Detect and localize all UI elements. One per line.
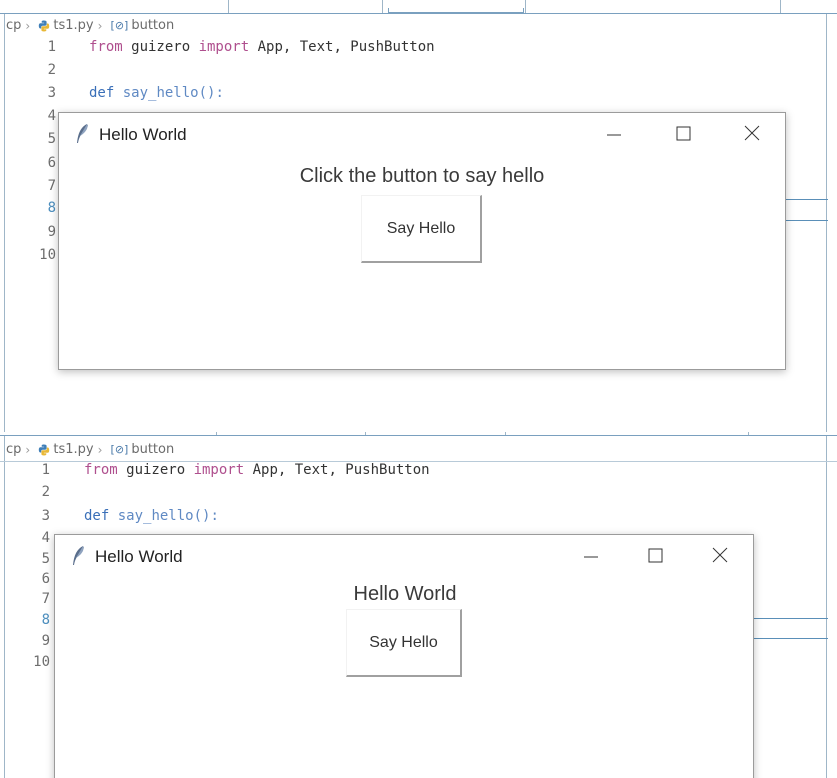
editor-panel-2: cp › ts1.py › [⊘] button 1 2 3 4 5 6 7 8 9 … <box>0 432 837 778</box>
python-file-icon <box>39 444 50 456</box>
chevron-right-icon: › <box>25 19 31 33</box>
keyword-def: def <box>84 508 110 524</box>
code-function-name: say_hello(): <box>114 85 224 101</box>
breadcrumb-symbol[interactable]: button <box>131 442 174 457</box>
breadcrumb-root[interactable]: cp <box>6 442 21 457</box>
line-number: 10 <box>33 654 50 670</box>
code-line-3[interactable]: def say_hello(): <box>89 85 224 106</box>
app-window[interactable]: Hello World Click the button to say hell… <box>58 112 786 370</box>
message-text: Click the button to say hello <box>299 165 545 187</box>
code-imports: App, Text, PushButton <box>249 39 435 55</box>
symbol-variable-icon: [⊘] <box>110 19 129 32</box>
say-hello-button[interactable]: Say Hello <box>361 195 482 263</box>
code-module: guizero <box>122 39 199 55</box>
tk-feather-icon <box>77 124 88 143</box>
close-icon[interactable] <box>737 121 767 147</box>
minimize-icon[interactable] <box>576 543 606 569</box>
line-number: 4 <box>41 530 50 546</box>
breadcrumb-symbol[interactable]: button <box>131 18 174 33</box>
breadcrumb-file[interactable]: ts1.py <box>53 442 93 457</box>
line-number: 10 <box>39 247 56 263</box>
maximize-icon[interactable] <box>669 121 699 147</box>
chevron-right-icon: › <box>97 19 103 33</box>
window-title: Hello World <box>99 125 187 144</box>
keyword-from: from <box>84 462 118 478</box>
breadcrumb[interactable]: cp › ts1.py › [⊘] button <box>6 438 837 462</box>
keyword-from: from <box>89 39 123 55</box>
code-line-1[interactable]: from guizero import App, Text, PushButto… <box>89 39 435 60</box>
close-icon[interactable] <box>705 543 735 569</box>
line-number-active: 8 <box>47 200 56 216</box>
symbol-variable-icon: [⊘] <box>110 443 129 456</box>
code-imports: App, Text, PushButton <box>244 462 430 478</box>
keyword-def: def <box>89 85 115 101</box>
line-number: 2 <box>41 484 50 500</box>
line-number: 1 <box>41 462 50 478</box>
breadcrumb-root[interactable]: cp <box>6 18 21 33</box>
code-module: guizero <box>117 462 194 478</box>
keyword-import: import <box>198 39 250 55</box>
minimize-icon[interactable] <box>599 121 629 147</box>
line-number: 9 <box>47 224 56 240</box>
line-number-active: 8 <box>41 612 50 628</box>
keyword-import: import <box>193 462 245 478</box>
line-number: 6 <box>47 155 56 171</box>
message-text: Hello World <box>353 583 457 605</box>
maximize-icon[interactable] <box>641 543 671 569</box>
window-title: Hello World <box>95 547 183 566</box>
python-file-icon <box>39 20 50 32</box>
line-number: 7 <box>41 591 50 607</box>
line-number: 3 <box>47 85 56 101</box>
line-number: 7 <box>47 178 56 194</box>
code-line-3[interactable]: def say_hello(): <box>84 508 219 529</box>
editor-panel-1: cp › ts1.py › [⊘] button 1 2 3 4 5 6 7 8 9 … <box>0 0 837 432</box>
chevron-right-icon: › <box>25 443 31 457</box>
tk-feather-icon <box>73 546 84 565</box>
line-number: 3 <box>41 508 50 524</box>
line-number: 4 <box>47 108 56 124</box>
code-function-name: say_hello(): <box>109 508 219 524</box>
code-line-1[interactable]: from guizero import App, Text, PushButto… <box>84 462 430 483</box>
line-number: 2 <box>47 62 56 78</box>
say-hello-button[interactable]: Say Hello <box>346 609 462 677</box>
line-number: 5 <box>41 551 50 567</box>
breadcrumb-file[interactable]: ts1.py <box>53 18 93 33</box>
window-titlebar[interactable]: Hello World <box>59 113 785 157</box>
line-number: 1 <box>47 39 56 55</box>
line-number: 6 <box>41 571 50 587</box>
window-titlebar[interactable]: Hello World <box>55 535 753 579</box>
chevron-right-icon: › <box>97 443 103 457</box>
breadcrumb[interactable]: cp › ts1.py › [⊘] button <box>6 14 837 38</box>
app-window[interactable]: Hello World Hello World Say Hello <box>54 534 754 778</box>
editor-top-strip <box>0 0 837 13</box>
line-number: 9 <box>41 633 50 649</box>
line-number: 5 <box>47 131 56 147</box>
